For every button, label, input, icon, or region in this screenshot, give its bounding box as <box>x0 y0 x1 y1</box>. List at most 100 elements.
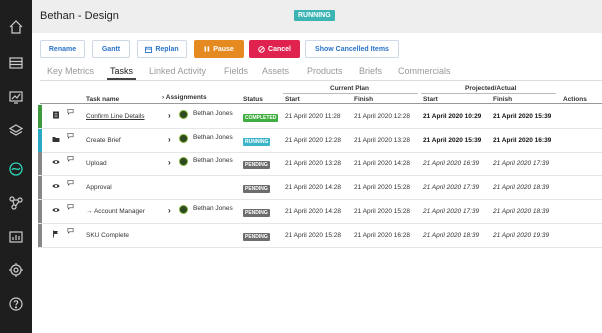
pause-button[interactable]: Pause <box>194 40 244 58</box>
planned-start: 21 April 2020 13:28 <box>285 160 342 167</box>
show-cancelled-label: Show Cancelled Items <box>315 45 389 53</box>
expand-chevron-icon[interactable]: › <box>168 206 171 215</box>
chevron-right-icon: › <box>162 94 165 101</box>
comment-icon[interactable] <box>67 203 74 210</box>
status-badge: COMPLETED <box>243 114 279 122</box>
row-status-stripe <box>38 105 42 128</box>
tab-briefs[interactable]: Briefs <box>359 66 382 76</box>
projected-finish: 21 April 2020 17:39 <box>493 160 550 167</box>
task-name[interactable]: Confirm Line Details <box>86 113 145 120</box>
task-name: Create Brief <box>86 137 121 144</box>
tab-key-metrics[interactable]: Key Metrics <box>47 66 94 76</box>
planned-finish: 21 April 2020 14:28 <box>354 160 411 167</box>
cancel-label: Cancel <box>268 45 291 53</box>
replan-button[interactable]: Replan <box>137 40 187 58</box>
folder-icon <box>52 135 60 143</box>
avatar <box>179 110 188 119</box>
header-divider <box>40 103 602 104</box>
cancel-button[interactable]: Cancel <box>249 40 300 58</box>
status-badge: PENDING <box>243 233 270 241</box>
list-icon[interactable] <box>0 52 32 74</box>
projected-start: 21 April 2020 16:39 <box>423 160 480 167</box>
projected-start: 21 April 2020 17:39 <box>423 184 480 191</box>
expand-chevron-icon[interactable]: › <box>168 111 171 120</box>
rename-button[interactable]: Rename <box>40 40 85 58</box>
col-projected-start[interactable]: Start <box>423 96 438 103</box>
workflow-icon[interactable] <box>0 158 32 180</box>
planned-finish: 21 April 2020 15:28 <box>354 184 411 191</box>
planned-start: 21 April 2020 15:28 <box>285 232 342 239</box>
settings-icon[interactable] <box>0 259 32 281</box>
tab-commercials[interactable]: Commercials <box>398 66 451 76</box>
bar-chart-icon[interactable] <box>0 226 32 248</box>
expand-chevron-icon[interactable]: › <box>168 135 171 144</box>
planned-start: 21 April 2020 11:28 <box>285 113 341 120</box>
help-icon[interactable] <box>0 293 32 315</box>
projected-finish: 21 April 2020 18:39 <box>493 208 550 215</box>
task-name: Approval <box>86 184 112 191</box>
tab-linked-activity[interactable]: Linked Activity <box>149 66 206 76</box>
comment-icon[interactable] <box>67 179 74 186</box>
gantt-label: Gantt <box>101 45 121 53</box>
home-icon[interactable] <box>0 16 32 38</box>
tab-fields[interactable]: Fields <box>224 66 248 76</box>
replan-label: Replan <box>155 45 179 53</box>
row-status-stripe <box>38 200 42 223</box>
task-name: SKU Complete <box>86 232 129 239</box>
show-cancelled-button[interactable]: Show Cancelled Items <box>305 40 399 58</box>
pause-icon <box>204 46 210 52</box>
network-icon[interactable] <box>0 192 32 214</box>
planned-start: 21 April 2020 14:28 <box>285 184 342 191</box>
col-finish[interactable]: Finish <box>354 96 373 103</box>
projected-divider <box>421 93 556 94</box>
table-row[interactable]: SKU Complete PENDING 21 April 2020 15:28 21… <box>38 224 602 248</box>
avatar <box>179 134 188 143</box>
col-status[interactable]: Status <box>243 96 263 103</box>
projected-start: 21 April 2020 18:39 <box>423 232 480 239</box>
expand-chevron-icon[interactable]: › <box>168 158 171 167</box>
tab-products[interactable]: Products <box>307 66 343 76</box>
projected-header: Projected/Actual <box>465 85 517 92</box>
planned-start: 21 April 2020 14:28 <box>285 208 342 215</box>
col-task-name[interactable]: Task name <box>86 96 119 103</box>
sidebar <box>0 0 32 333</box>
table-row[interactable]: Approval PENDING 21 April 2020 14:28 21 Apr… <box>38 176 602 200</box>
avatar <box>179 205 188 214</box>
status-badge: RUNNING <box>294 10 335 21</box>
planned-start: 21 April 2020 12:28 <box>285 137 342 144</box>
comment-icon[interactable] <box>67 155 74 162</box>
assignee-name: Bethan Jones <box>193 110 233 117</box>
assignee-name: Bethan Jones <box>193 157 233 164</box>
col-assignments[interactable]: › Assignments <box>162 94 207 101</box>
eye-icon <box>52 182 60 190</box>
tab-assets[interactable]: Assets <box>262 66 289 76</box>
comment-icon[interactable] <box>67 227 74 234</box>
status-badge: PENDING <box>243 161 270 169</box>
tab-tasks[interactable]: Tasks <box>106 66 137 80</box>
planned-finish: 21 April 2020 15:28 <box>354 208 411 215</box>
status-badge: PENDING <box>243 185 270 193</box>
comment-icon[interactable] <box>67 132 74 139</box>
col-projected-finish[interactable]: Finish <box>493 96 512 103</box>
gantt-button[interactable]: Gantt <box>92 40 130 58</box>
tab-bar: Key Metrics Tasks Linked Activity Fields… <box>40 64 602 81</box>
table-row[interactable]: Create Brief › Bethan Jones RUNNING 21 April… <box>38 129 602 153</box>
table-row[interactable]: Confirm Line Details › Bethan Jones COMPLET… <box>38 105 602 129</box>
projected-finish: 21 April 2020 16:39 <box>493 137 552 144</box>
avatar <box>179 157 188 166</box>
comment-icon[interactable] <box>67 108 74 115</box>
layers-icon[interactable] <box>0 120 32 142</box>
planned-finish: 21 April 2020 16:28 <box>354 232 411 239</box>
table-row[interactable]: Upload › Bethan Jones PENDING 21 April 2020 … <box>38 152 602 176</box>
planned-finish: 21 April 2020 12:28 <box>354 113 411 120</box>
planned-finish: 21 April 2020 13:28 <box>354 137 411 144</box>
projected-start: 21 April 2020 15:39 <box>423 137 482 144</box>
row-status-stripe <box>38 224 42 247</box>
rename-label: Rename <box>48 45 77 53</box>
table-row[interactable]: → Account Manager › Bethan Jones PENDING 21 … <box>38 200 602 224</box>
calendar-icon <box>145 46 153 53</box>
current-plan-divider <box>283 93 418 94</box>
monitor-icon[interactable] <box>0 86 32 108</box>
col-actions: Actions <box>563 96 587 103</box>
col-start[interactable]: Start <box>285 96 300 103</box>
